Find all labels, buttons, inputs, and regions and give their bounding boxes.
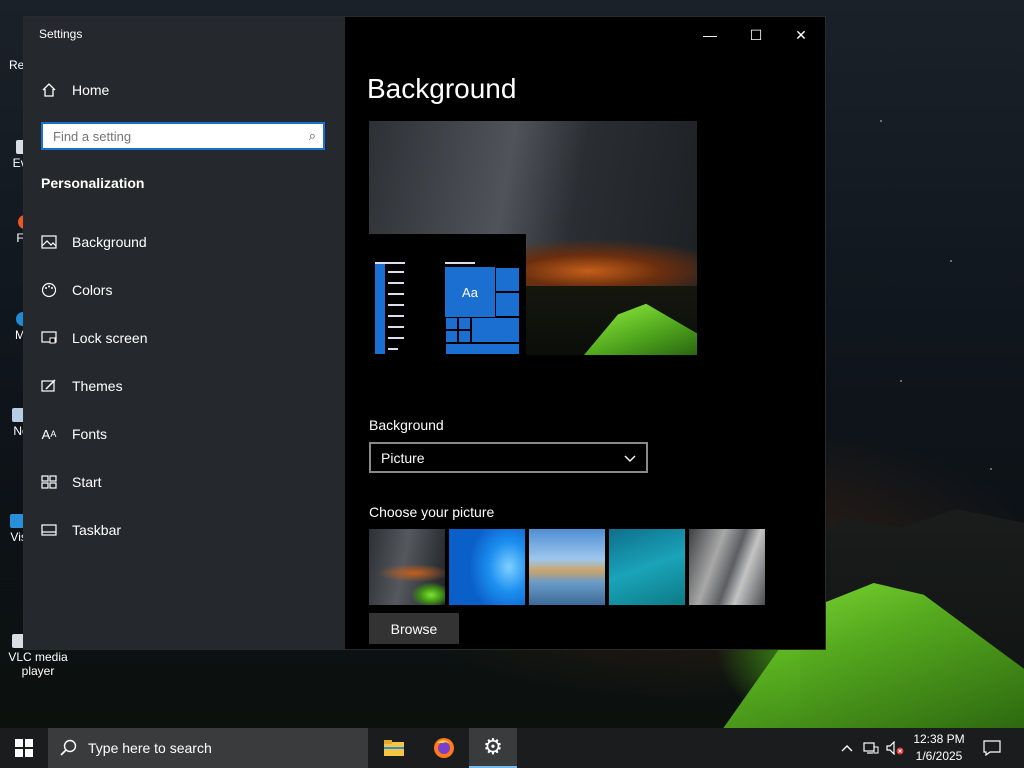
taskbar-settings[interactable]: ⚙ (469, 728, 517, 768)
notification-center-icon[interactable] (978, 728, 1006, 768)
preview-tile (458, 317, 471, 330)
clock-date: 1/6/2025 (915, 749, 963, 763)
fonts-icon: AA (41, 426, 57, 442)
taskbar-search-box[interactable]: Type here to search (48, 728, 368, 768)
lock-screen-icon (40, 329, 58, 347)
background-preview: Aa (369, 121, 697, 355)
preview-line (388, 282, 404, 284)
nav-background[interactable]: Background (40, 230, 147, 254)
nav-colors[interactable]: Colors (40, 278, 112, 302)
nav-label: Colors (72, 282, 113, 298)
preview-line (388, 304, 404, 306)
nav-lock-screen[interactable]: Lock screen (40, 326, 147, 350)
preview-tile (471, 317, 520, 343)
start-icon (40, 473, 58, 491)
background-label: Background (369, 417, 444, 433)
find-setting-search[interactable]: ⌕ (41, 122, 325, 150)
nav-themes[interactable]: Themes (40, 374, 123, 398)
taskbar: Type here to search ⚙ 12:38 PM 1/6/2025 (0, 728, 1024, 768)
taskbar-file-explorer[interactable] (370, 728, 418, 768)
home-icon (40, 81, 58, 99)
themes-icon (40, 377, 58, 395)
nav-label: Start (72, 474, 102, 490)
start-button[interactable] (0, 728, 48, 768)
search-icon[interactable]: ⌕ (309, 128, 316, 144)
search-icon (60, 739, 77, 756)
preview-line (388, 326, 404, 328)
nav-taskbar[interactable]: Taskbar (40, 518, 121, 542)
preview-line (388, 271, 404, 273)
picture-thumb-windows-blue[interactable] (449, 529, 525, 605)
preview-line (388, 315, 404, 317)
tray-overflow-chevron-icon[interactable] (838, 728, 856, 768)
taskbar-search-text: Type here to search (88, 740, 212, 756)
choose-picture-label: Choose your picture (369, 504, 495, 520)
nav-label: Background (72, 234, 147, 250)
folder-icon (384, 740, 404, 756)
preview-tile (445, 343, 520, 355)
nav-start[interactable]: Start (40, 470, 102, 494)
page-title: Background (367, 73, 517, 104)
nav-fonts[interactable]: AA Fonts (40, 422, 107, 446)
vscode-icon (10, 514, 24, 528)
preview-start-menu: Aa (369, 234, 526, 355)
preview-line (388, 337, 404, 339)
palette-icon (40, 281, 58, 299)
nav-label: Lock screen (72, 330, 148, 346)
nav-label: Fonts (72, 426, 108, 442)
settings-sidebar: Settings Home ⌕ Personalization Backgrou… (24, 17, 345, 649)
network-icon[interactable] (861, 728, 881, 768)
volume-muted-icon[interactable] (884, 728, 906, 768)
preview-tile (445, 330, 458, 343)
preview-tile (445, 317, 458, 330)
minimize-button[interactable]: — (697, 25, 723, 45)
preview-tile (495, 267, 520, 292)
maximize-button[interactable]: ☐ (743, 25, 769, 45)
taskbar-firefox[interactable] (420, 728, 468, 768)
nav-label: Themes (72, 378, 123, 394)
preview-tile-aa: Aa (445, 267, 495, 317)
preview-rail (375, 264, 385, 354)
gear-icon: ⚙ (483, 734, 503, 759)
settings-content: — ☐ ✕ Background Aa Background Picture C… (345, 17, 825, 649)
taskbar-icon (40, 521, 58, 539)
picture-thumb-underwater[interactable] (609, 529, 685, 605)
picture-thumb-night-tent[interactable] (369, 529, 445, 605)
window-title: Settings (39, 27, 83, 41)
taskbar-clock[interactable]: 12:38 PM 1/6/2025 (908, 731, 970, 765)
preview-line (388, 293, 404, 295)
picture-icon (40, 233, 58, 251)
windows-logo-icon (15, 739, 33, 757)
close-button[interactable]: ✕ (788, 25, 814, 45)
picture-thumb-rock-climb[interactable] (689, 529, 765, 605)
preview-tile (458, 330, 471, 343)
picture-thumb-beach-rocks[interactable] (529, 529, 605, 605)
settings-window: Settings Home ⌕ Personalization Backgrou… (24, 17, 825, 649)
desktop-icon-label: F (16, 231, 24, 245)
chevron-down-icon (624, 450, 636, 466)
browse-button[interactable]: Browse (369, 613, 459, 644)
background-type-dropdown[interactable]: Picture (369, 442, 648, 473)
search-input[interactable] (43, 124, 303, 148)
preview-line (445, 262, 475, 264)
desktop-icon-label: player (21, 664, 55, 678)
nav-home-label: Home (72, 82, 110, 98)
desktop-icon-label: VLC media (8, 650, 68, 664)
dropdown-value: Picture (381, 449, 425, 466)
preview-line (388, 348, 398, 350)
section-title: Personalization (41, 175, 145, 191)
nav-home[interactable]: Home (40, 78, 109, 102)
firefox-icon (434, 738, 454, 758)
clock-time: 12:38 PM (913, 732, 965, 746)
preview-tile (495, 292, 520, 317)
nav-label: Taskbar (72, 522, 122, 538)
preview-line (375, 262, 405, 264)
